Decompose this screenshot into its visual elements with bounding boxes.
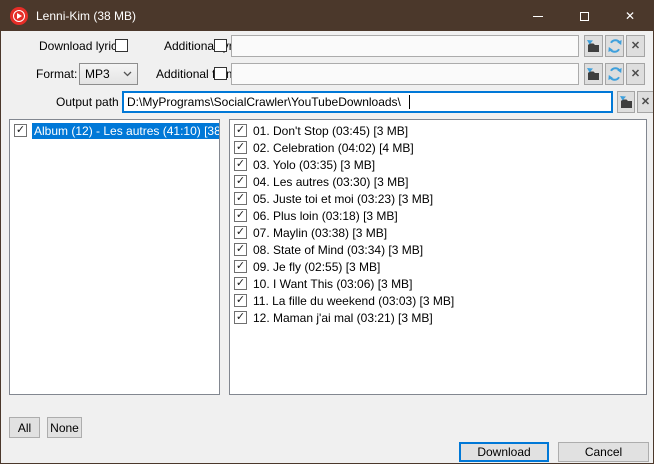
- format-value: MP3: [85, 67, 110, 81]
- maximize-icon: [580, 12, 589, 21]
- track-checkbox[interactable]: ✓: [234, 124, 247, 137]
- check-icon: ✓: [236, 244, 245, 255]
- track-checkbox[interactable]: ✓: [234, 260, 247, 273]
- track-checkbox[interactable]: ✓: [234, 294, 247, 307]
- check-icon: ✓: [236, 193, 245, 204]
- all-button[interactable]: All: [9, 417, 40, 438]
- album-label: Album (12) - Les autres (41:10) [38 MB]: [32, 123, 219, 139]
- clear-button[interactable]: ✕: [626, 35, 645, 57]
- download-lyrics-checkbox[interactable]: [115, 39, 128, 52]
- check-icon: ✓: [236, 278, 245, 289]
- titlebar: Lenni-Kim (38 MB) ✕: [1, 1, 653, 31]
- track-label: 02. Celebration (04:02) [4 MB]: [253, 141, 414, 155]
- track-checkbox[interactable]: ✓: [234, 209, 247, 222]
- album-row[interactable]: ✓ Album (12) - Les autres (41:10) [38 MB…: [10, 122, 219, 139]
- track-row[interactable]: ✓ 03. Yolo (03:35) [3 MB]: [230, 156, 646, 173]
- album-list[interactable]: ✓ Album (12) - Les autres (41:10) [38 MB…: [9, 119, 220, 395]
- track-label: 06. Plus loin (03:18) [3 MB]: [253, 209, 398, 223]
- additional-lyrics-checkbox[interactable]: [214, 39, 227, 52]
- track-label: 07. Maylin (03:38) [3 MB]: [253, 226, 387, 240]
- check-icon: ✓: [236, 125, 245, 136]
- track-row[interactable]: ✓ 07. Maylin (03:38) [3 MB]: [230, 224, 646, 241]
- check-icon: ✓: [236, 210, 245, 221]
- folder-import-icon: [620, 96, 633, 109]
- track-checkbox[interactable]: ✓: [234, 141, 247, 154]
- track-checkbox[interactable]: ✓: [234, 243, 247, 256]
- check-icon: ✓: [236, 176, 245, 187]
- track-row[interactable]: ✓ 01. Don't Stop (03:45) [3 MB]: [230, 122, 646, 139]
- check-icon: ✓: [236, 227, 245, 238]
- close-icon: ✕: [625, 9, 635, 23]
- track-label: 05. Juste toi et moi (03:23) [3 MB]: [253, 192, 433, 206]
- output-path-label: Output path: [56, 91, 119, 113]
- check-icon: ✓: [236, 159, 245, 170]
- clear-icon: ✕: [631, 41, 640, 52]
- track-row[interactable]: ✓ 10. I Want This (03:06) [3 MB]: [230, 275, 646, 292]
- track-label: 04. Les autres (03:30) [3 MB]: [253, 175, 408, 189]
- track-row[interactable]: ✓ 12. Maman j'ai mal (03:21) [3 MB]: [230, 309, 646, 326]
- check-icon: ✓: [236, 295, 245, 306]
- none-button[interactable]: None: [47, 417, 82, 438]
- browse-folder-button[interactable]: [617, 91, 635, 113]
- window-title: Lenni-Kim (38 MB): [36, 9, 136, 23]
- check-icon: ✓: [16, 125, 25, 136]
- chevron-down-icon: [123, 71, 132, 77]
- track-label: 09. Je fly (02:55) [3 MB]: [253, 260, 380, 274]
- additional-lyrics-input[interactable]: [231, 35, 579, 57]
- track-row[interactable]: ✓ 05. Juste toi et moi (03:23) [3 MB]: [230, 190, 646, 207]
- track-row[interactable]: ✓ 04. Les autres (03:30) [3 MB]: [230, 173, 646, 190]
- track-checkbox[interactable]: ✓: [234, 277, 247, 290]
- track-checkbox[interactable]: ✓: [234, 158, 247, 171]
- track-row[interactable]: ✓ 11. La fille du weekend (03:03) [3 MB]: [230, 292, 646, 309]
- browse-folder-button[interactable]: [584, 35, 603, 57]
- maximize-button[interactable]: [561, 1, 607, 31]
- track-checkbox[interactable]: ✓: [234, 226, 247, 239]
- album-checkbox[interactable]: ✓: [14, 124, 27, 137]
- download-lyrics-label: Download lyrics: [39, 35, 123, 57]
- output-path-input[interactable]: [122, 91, 613, 113]
- track-list[interactable]: ✓ 01. Don't Stop (03:45) [3 MB] ✓ 02. Ce…: [229, 119, 647, 395]
- track-label: 01. Don't Stop (03:45) [3 MB]: [253, 124, 408, 138]
- track-row[interactable]: ✓ 06. Plus loin (03:18) [3 MB]: [230, 207, 646, 224]
- track-label: 12. Maman j'ai mal (03:21) [3 MB]: [253, 311, 433, 325]
- track-row[interactable]: ✓ 02. Celebration (04:02) [4 MB]: [230, 139, 646, 156]
- track-checkbox[interactable]: ✓: [234, 311, 247, 324]
- minimize-icon: [533, 16, 543, 17]
- check-icon: ✓: [236, 261, 245, 272]
- track-row[interactable]: ✓ 08. State of Mind (03:34) [3 MB]: [230, 241, 646, 258]
- folder-import-icon: [587, 40, 600, 53]
- track-checkbox[interactable]: ✓: [234, 192, 247, 205]
- track-label: 10. I Want This (03:06) [3 MB]: [253, 277, 412, 291]
- close-button[interactable]: ✕: [607, 1, 653, 31]
- window-controls: ✕: [515, 1, 653, 31]
- browse-folder-button[interactable]: [584, 63, 603, 85]
- clear-icon: ✕: [631, 69, 640, 80]
- refresh-icon: [608, 67, 622, 81]
- youtube-music-icon: [10, 7, 28, 25]
- refresh-icon: [608, 39, 622, 53]
- additional-formats-checkbox[interactable]: [214, 67, 227, 80]
- folder-import-icon: [587, 68, 600, 81]
- track-checkbox[interactable]: ✓: [234, 175, 247, 188]
- format-select[interactable]: MP3: [79, 63, 138, 85]
- check-icon: ✓: [236, 142, 245, 153]
- format-label: Format:: [36, 63, 77, 85]
- text-caret: [409, 95, 410, 109]
- clear-button[interactable]: ✕: [637, 91, 654, 113]
- track-label: 08. State of Mind (03:34) [3 MB]: [253, 243, 423, 257]
- app-window: Lenni-Kim (38 MB) ✕ Download lyrics Addi…: [0, 0, 654, 464]
- additional-formats-input[interactable]: [231, 63, 579, 85]
- track-row[interactable]: ✓ 09. Je fly (02:55) [3 MB]: [230, 258, 646, 275]
- refresh-button[interactable]: [605, 63, 624, 85]
- clear-button[interactable]: ✕: [626, 63, 645, 85]
- track-label: 03. Yolo (03:35) [3 MB]: [253, 158, 375, 172]
- refresh-button[interactable]: [605, 35, 624, 57]
- cancel-button[interactable]: Cancel: [558, 442, 649, 462]
- download-button[interactable]: Download: [459, 442, 549, 462]
- minimize-button[interactable]: [515, 1, 561, 31]
- clear-icon: ✕: [641, 97, 650, 108]
- track-label: 11. La fille du weekend (03:03) [3 MB]: [253, 294, 454, 308]
- check-icon: ✓: [236, 312, 245, 323]
